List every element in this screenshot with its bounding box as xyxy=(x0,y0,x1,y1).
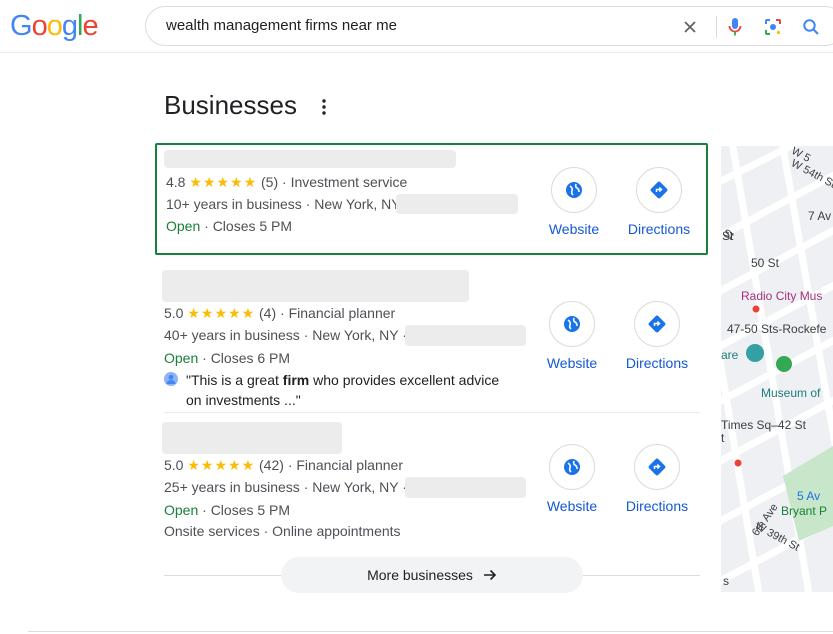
review-count[interactable]: (5) xyxy=(261,174,278,190)
closing-time: · Closes 5 PM xyxy=(204,218,293,234)
logo-letter: G xyxy=(10,10,33,42)
business-name-redacted[interactable] xyxy=(164,150,456,168)
header-bar: Google xyxy=(0,0,833,53)
directions-icon xyxy=(634,444,680,490)
more-businesses-button[interactable]: More businesses xyxy=(281,557,583,593)
review-snippet-continued: on investments ..." xyxy=(186,392,301,408)
service-options: Onsite services · Online appointments xyxy=(164,523,401,539)
rating-line: 4.8 ★★★★★ (5) · Investment service xyxy=(166,174,407,191)
business-name-redacted[interactable] xyxy=(162,422,342,454)
address-redacted xyxy=(405,477,526,498)
globe-icon xyxy=(549,444,595,490)
website-label: Website xyxy=(548,221,600,237)
hours-line: Open · Closes 6 PM xyxy=(164,350,290,366)
map-label: Museum of xyxy=(761,386,821,400)
hours-line: Open · Closes 5 PM xyxy=(166,218,292,234)
closing-time: · Closes 5 PM xyxy=(202,502,291,518)
star-rating: ★★★★★ xyxy=(189,174,258,190)
open-status: Open xyxy=(166,218,201,234)
map-label: Bryant P xyxy=(781,504,828,518)
close-icon[interactable] xyxy=(679,16,701,38)
footer-divider xyxy=(28,631,833,632)
open-status: Open xyxy=(164,502,199,518)
closing-time: · Closes 6 PM xyxy=(202,350,291,366)
directions-button[interactable]: Directions xyxy=(617,301,697,371)
years-line: 40+ years in business · New York, NY · xyxy=(164,327,407,343)
logo-letter: e xyxy=(82,10,98,42)
search-icon[interactable] xyxy=(800,16,822,38)
business-card[interactable]: 4.8 ★★★★★ (5) · Investment service 10+ y… xyxy=(155,143,708,255)
arrow-right-icon xyxy=(483,569,497,581)
rating-value: 5.0 xyxy=(164,457,184,473)
search-box[interactable] xyxy=(145,6,833,46)
review-count[interactable]: (4) xyxy=(259,305,276,321)
business-category: · Financial planner xyxy=(280,305,396,321)
map-label: Radio City Mus xyxy=(741,289,823,303)
years-line: 25+ years in business · New York, NY · xyxy=(164,479,407,495)
star-rating: ★★★★★ xyxy=(187,305,256,321)
logo-letter: o xyxy=(31,10,48,42)
map-label: St xyxy=(722,229,734,243)
review-count[interactable]: (42) xyxy=(259,457,284,473)
website-button[interactable]: Website xyxy=(534,167,614,237)
directions-label: Directions xyxy=(625,498,689,514)
map-label: 7 Av xyxy=(808,209,832,223)
website-button[interactable]: Website xyxy=(532,301,612,371)
rating-line: 5.0 ★★★★★ (4) · Financial planner xyxy=(164,305,395,322)
address-redacted xyxy=(405,325,526,346)
years-line: 10+ years in business · New York, NY xyxy=(166,196,401,212)
business-category: · Investment service xyxy=(282,174,408,190)
directions-icon xyxy=(634,301,680,347)
map-label: 47-50 Sts-Rockefe xyxy=(727,322,827,336)
business-category: · Financial planner xyxy=(287,457,403,473)
map-label: s xyxy=(723,574,729,588)
logo-letter: o xyxy=(46,10,63,42)
globe-icon xyxy=(551,167,597,213)
logo-letter: g xyxy=(61,10,78,42)
star-rating: ★★★★★ xyxy=(187,457,256,473)
address-redacted xyxy=(396,194,518,214)
search-divider xyxy=(716,16,717,38)
rating-line: 5.0 ★★★★★ (42) · Financial planner xyxy=(164,457,403,474)
hours-line: Open · Closes 5 PM xyxy=(164,502,290,518)
map-label: Times Sq–42 St xyxy=(721,418,806,432)
map-label: 50 St xyxy=(751,256,780,270)
map-label: are xyxy=(721,348,739,362)
directions-icon xyxy=(636,167,682,213)
review-snippet: "This is a great firm who provides excel… xyxy=(186,372,500,388)
website-label: Website xyxy=(546,355,598,371)
more-businesses-label: More businesses xyxy=(367,567,473,583)
rating-value: 4.8 xyxy=(166,174,186,190)
website-button[interactable]: Website xyxy=(532,444,612,514)
globe-icon xyxy=(549,301,595,347)
directions-button[interactable]: Directions xyxy=(617,444,697,514)
card-divider xyxy=(164,412,700,413)
business-card[interactable]: 5.0 ★★★★★ (42) · Financial planner 25+ y… xyxy=(155,420,708,544)
directions-label: Directions xyxy=(625,355,689,371)
mic-icon[interactable] xyxy=(724,16,746,38)
map-label: 5 Av xyxy=(797,489,821,503)
business-card[interactable]: 5.0 ★★★★★ (4) · Financial planner 40+ ye… xyxy=(155,268,708,412)
directions-label: Directions xyxy=(627,221,691,237)
map-label: t xyxy=(721,431,725,445)
more-businesses-row: More businesses xyxy=(164,557,700,593)
map-preview[interactable]: W 5 W 54th St St 7 Av St 50 St Radio Cit… xyxy=(721,146,833,592)
directions-button[interactable]: Directions xyxy=(619,167,699,237)
website-label: Website xyxy=(546,498,598,514)
lens-icon[interactable] xyxy=(762,16,784,38)
more-options-icon[interactable] xyxy=(320,98,328,116)
reviewer-avatar-icon xyxy=(164,372,178,386)
open-status: Open xyxy=(164,350,199,366)
rating-value: 5.0 xyxy=(164,305,184,321)
search-input[interactable] xyxy=(164,16,648,35)
google-logo[interactable]: Google xyxy=(10,10,99,43)
section-title: Businesses xyxy=(164,90,297,120)
business-name-redacted[interactable] xyxy=(162,270,469,302)
